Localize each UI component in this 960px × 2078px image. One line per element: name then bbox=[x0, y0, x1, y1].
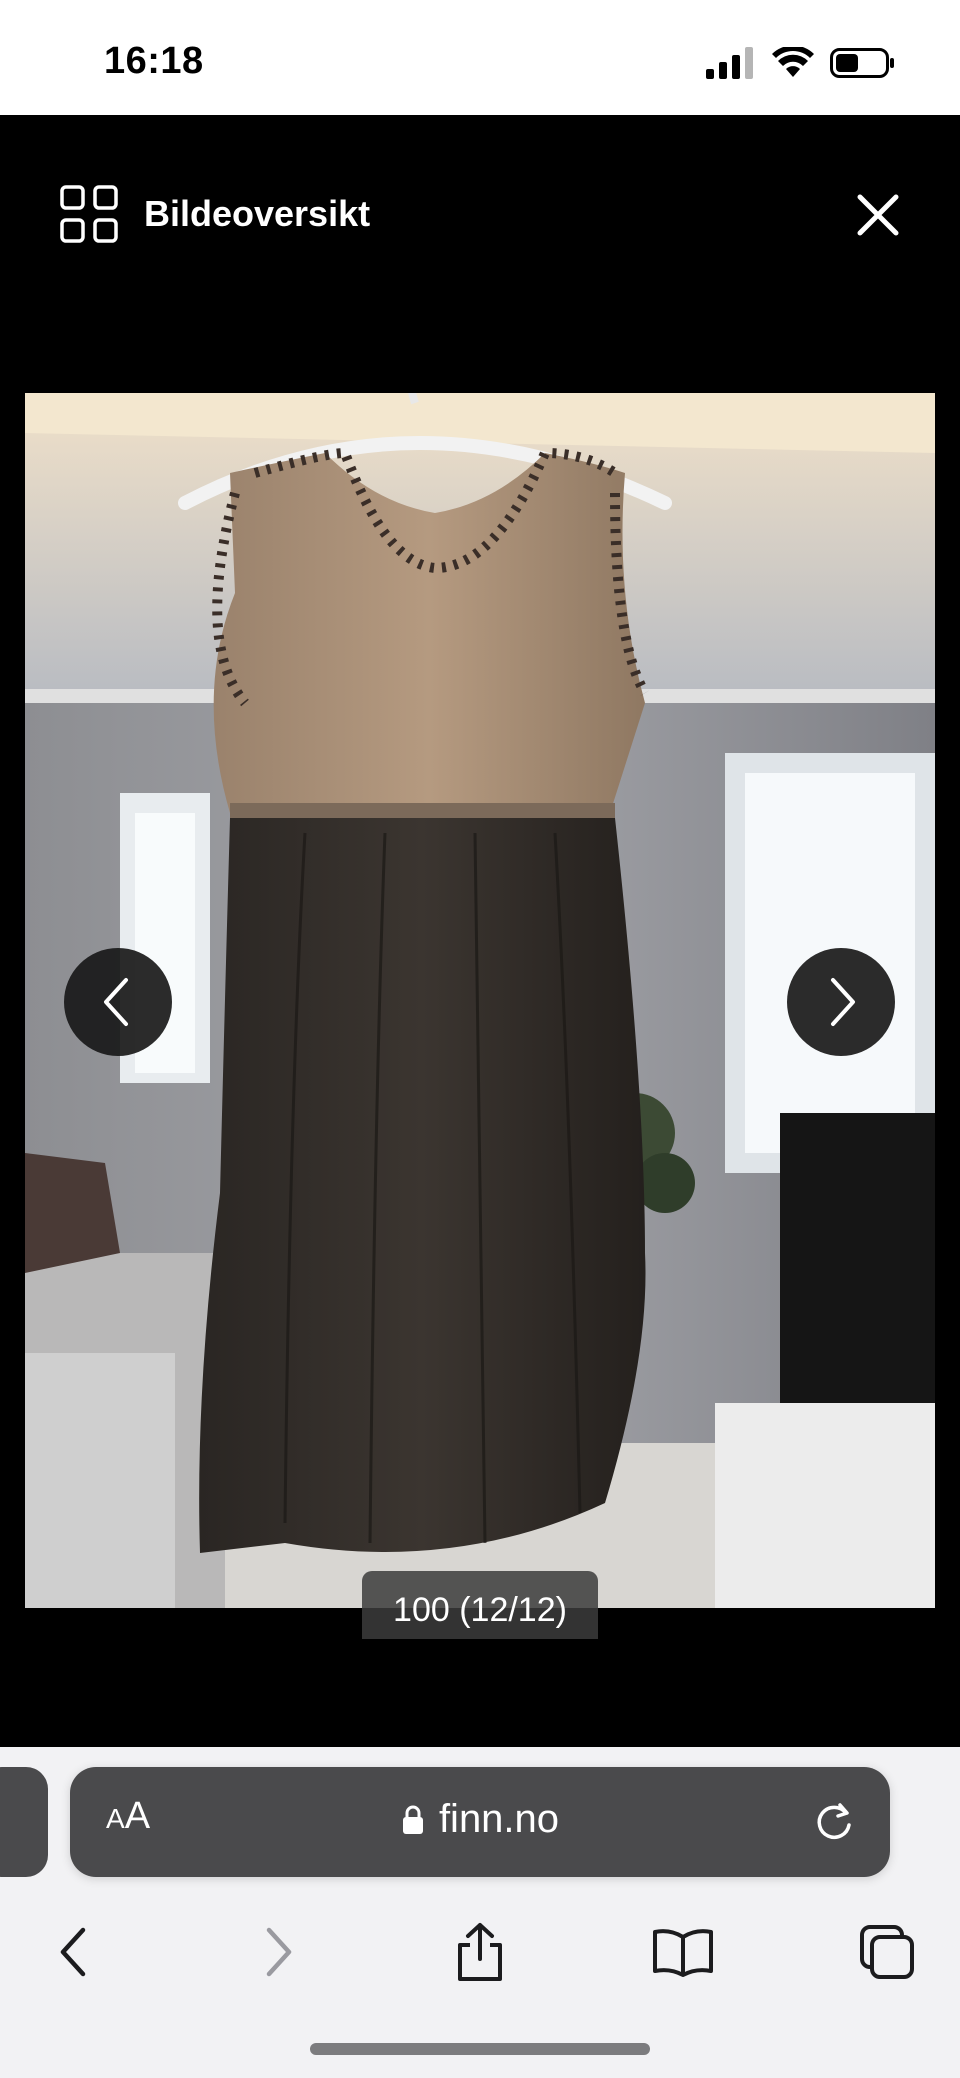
home-indicator bbox=[310, 2043, 650, 2055]
tabs-button[interactable] bbox=[852, 1917, 922, 1987]
url-display[interactable]: finn.no bbox=[70, 1797, 890, 1842]
overview-label: Bildeoversikt bbox=[144, 193, 371, 234]
cellular-signal-icon bbox=[706, 47, 753, 79]
reload-icon bbox=[817, 1803, 851, 1840]
back-icon bbox=[60, 1927, 86, 1977]
forward-icon bbox=[266, 1927, 292, 1977]
reload-button[interactable] bbox=[810, 1797, 858, 1845]
battery-icon bbox=[830, 48, 894, 78]
status-time: 16:18 bbox=[104, 40, 204, 82]
image-overview-button[interactable]: Bildeoversikt bbox=[60, 185, 370, 243]
previous-image-button[interactable] bbox=[64, 948, 172, 1056]
browser-chrome: AA finn.no bbox=[0, 1747, 960, 2078]
status-bar: 16:18 bbox=[0, 0, 960, 115]
back-button[interactable] bbox=[38, 1917, 108, 1987]
image-counter: 100 (12/12) bbox=[362, 1571, 598, 1639]
forward-button[interactable] bbox=[244, 1917, 314, 1987]
next-image-button[interactable] bbox=[787, 948, 895, 1056]
image-viewer: Bildeoversikt 100 (12/12) bbox=[0, 115, 960, 1747]
close-icon bbox=[857, 194, 899, 236]
close-button[interactable] bbox=[848, 185, 908, 245]
status-icons bbox=[706, 46, 896, 80]
url-text: finn.no bbox=[438, 1797, 560, 1841]
share-icon bbox=[458, 1923, 502, 1981]
chevron-right-icon bbox=[831, 978, 855, 1026]
chevron-left-icon bbox=[104, 978, 128, 1026]
bookmarks-icon bbox=[653, 1929, 713, 1977]
address-bar[interactable]: AA finn.no bbox=[70, 1767, 890, 1877]
wifi-icon bbox=[772, 47, 814, 77]
tabs-icon bbox=[860, 1925, 914, 1979]
lock-icon bbox=[402, 1805, 423, 1834]
bookmarks-button[interactable] bbox=[648, 1917, 718, 1987]
grid-icon bbox=[60, 185, 118, 243]
previous-tab-peek[interactable] bbox=[0, 1767, 48, 1877]
browser-toolbar bbox=[0, 1907, 960, 1997]
share-button[interactable] bbox=[445, 1917, 515, 1987]
